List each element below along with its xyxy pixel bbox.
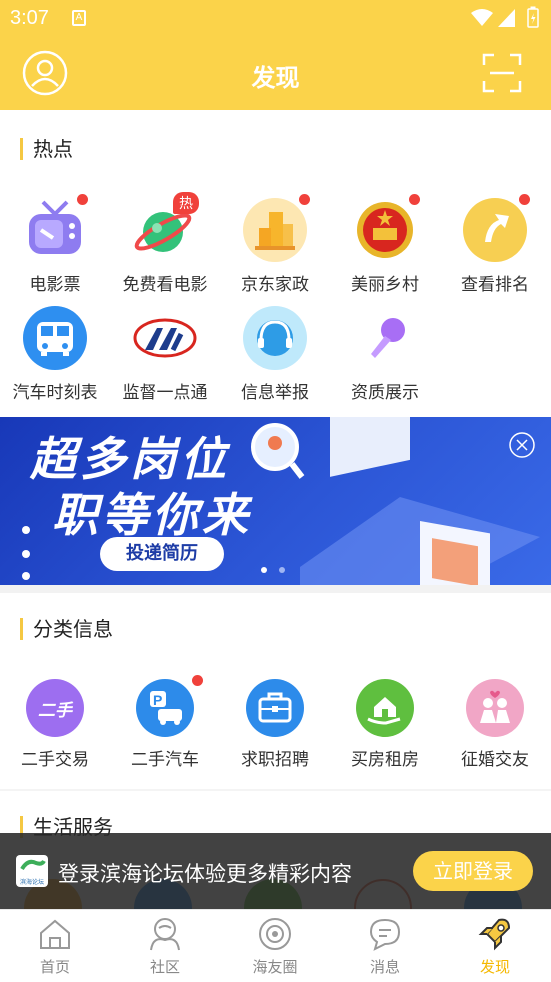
status-bar: 3:07 A [0,0,551,36]
bottom-tab-bar: 首页 社区 海友圈 消息 发现 [0,909,551,981]
tab-label: 社区 [149,958,180,976]
banner-headline-2: 职等你来 [52,488,252,542]
section-title-hot: 热点 [20,138,73,160]
category-section: 分类信息 二手 二手交易 P 二手汽车 求职招聘 买房租房 征婚交友 [0,593,551,789]
bus-icon [23,306,87,370]
tab-messages[interactable]: 消息 [330,910,440,982]
planet-icon: 热 [133,192,199,262]
headset-icon [243,306,307,370]
grid-label: 求职招聘 [241,750,309,770]
grid-label: 美丽乡村 [351,275,419,295]
grid-item-free-movie[interactable]: 热 免费看电影 [110,192,220,295]
tab-discover[interactable]: 发现 [440,910,550,982]
battery-icon [527,6,539,28]
ranking-arrow-icon [463,194,530,262]
house-hand-icon [356,679,414,737]
tab-label: 海友圈 [252,958,298,976]
wifi-icon [471,9,493,26]
grid-item-check-ranking[interactable]: 查看排名 [440,194,550,295]
tv-icon [23,194,88,262]
grid-label: 信息举报 [241,383,309,403]
tab-home[interactable]: 首页 [0,910,110,982]
tab-label: 消息 [369,958,400,976]
grid-item-supervision[interactable]: 监督一点通 [110,306,220,403]
grid-item-movie-ticket[interactable]: 电影票 [0,194,110,295]
tab-label: 首页 [39,958,70,976]
grid-item-second-hand-trade[interactable]: 二手 二手交易 [0,679,110,770]
grid-label: 监督一点通 [122,383,208,403]
scan-icon[interactable] [482,53,522,93]
login-prompt-bar: 滨海论坛 登录滨海论坛体验更多精彩内容 立即登录 [0,833,551,909]
job-banner[interactable]: 超多岗位 职等你来 投递简历 [0,417,551,585]
signal-icon [498,9,515,27]
app-logo: 滨海论坛 [16,855,48,887]
grid-label: 汽车时刻表 [12,383,98,403]
grid-label: 买房租房 [351,750,419,770]
section-title-category: 分类信息 [20,618,113,640]
grid-label: 二手交易 [21,750,89,770]
grid-item-dating[interactable]: 征婚交友 [440,679,550,770]
parking-car-icon: P [136,675,203,737]
grid-label: 二手汽车 [131,750,199,770]
grid-label: 电影票 [29,275,81,295]
notification-icon: A [72,10,86,26]
grid-item-qualification[interactable]: 资质展示 [330,306,440,403]
status-time: 3:07 [10,7,49,29]
grid-item-used-car[interactable]: P 二手汽车 [110,675,220,770]
microphone-icon [353,306,417,370]
camera-lens-icon [259,918,291,950]
close-icon[interactable] [508,431,536,459]
community-icon [150,918,180,951]
couple-icon [466,679,524,737]
svg-text:P: P [153,692,162,708]
grid-item-jd-housekeeping[interactable]: 京东家政 [220,194,330,295]
briefcase-icon [246,679,304,737]
emblem-icon [353,194,420,262]
submit-resume-button[interactable]: 投递简历 [100,537,224,571]
page-title: 发现 [251,64,300,92]
grid-item-beautiful-village[interactable]: 美丽乡村 [330,194,440,295]
login-prompt-text: 登录滨海论坛体验更多精彩内容 [58,862,352,886]
section-divider [0,585,551,593]
grid-label: 查看排名 [461,275,529,295]
grid-label: 征婚交友 [461,750,529,770]
building-icon [243,194,310,262]
grid-item-bus-schedule[interactable]: 汽车时刻表 [0,306,110,403]
second-hand-icon: 二手 [26,679,84,737]
hot-badge: 热 [173,192,199,214]
grid-item-report[interactable]: 信息举报 [220,306,330,403]
supervision-logo-icon [133,306,197,370]
tab-friends-circle[interactable]: 海友圈 [220,910,330,982]
home-icon [40,919,70,949]
login-now-button[interactable]: 立即登录 [413,851,533,891]
rocket-icon [478,918,511,951]
grid-item-job-recruit[interactable]: 求职招聘 [220,679,330,770]
grid-item-house-rent[interactable]: 买房租房 [330,679,440,770]
grid-label: 免费看电影 [122,275,208,295]
message-icon [369,918,401,951]
app-header: 发现 [0,36,551,110]
grid-label: 京东家政 [241,275,309,295]
tab-community[interactable]: 社区 [110,910,220,982]
hot-section: 热点 电影票 热 免费看电影 京东家政 美丽乡村 查看排名 汽车时刻表 监督一点… [0,110,551,417]
grid-label: 资质展示 [351,383,419,403]
tab-label: 发现 [479,958,510,976]
